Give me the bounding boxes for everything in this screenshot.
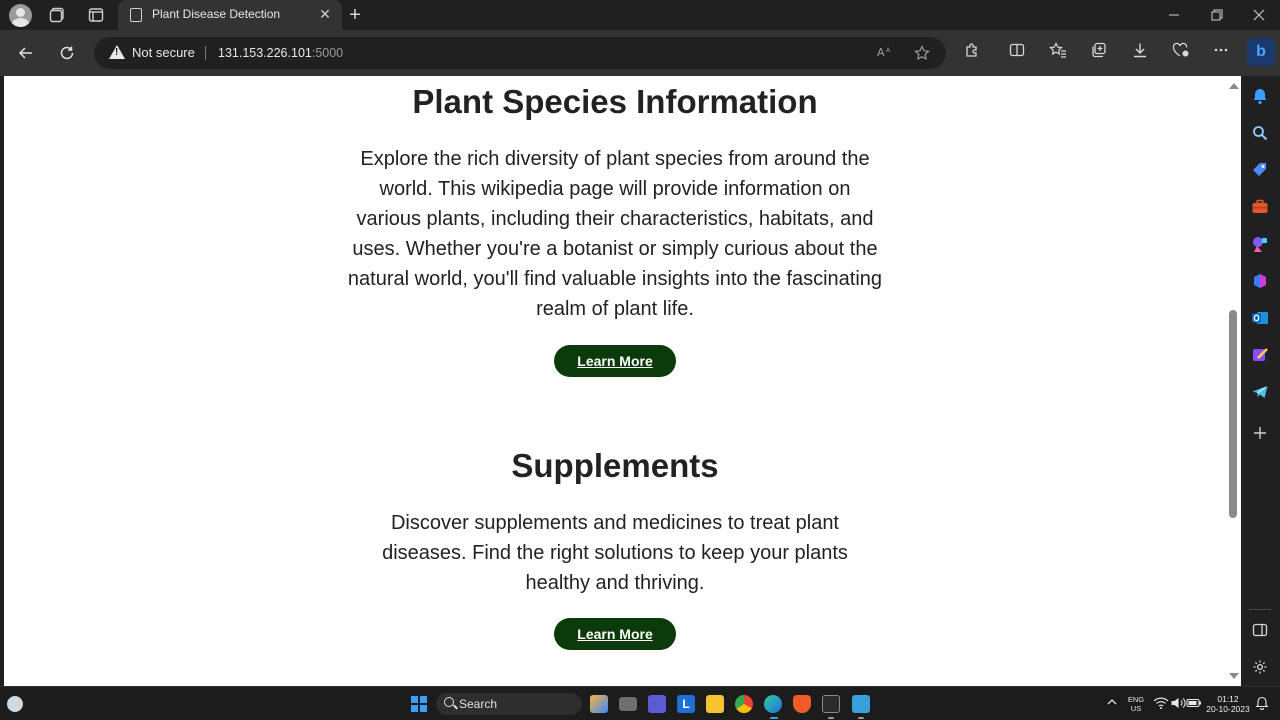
sidebar-divider [1249, 609, 1271, 610]
brave-icon[interactable] [793, 695, 811, 713]
favorite-star-icon[interactable] [913, 45, 931, 63]
notification-center-bell-icon[interactable] [1255, 696, 1273, 714]
widgets-weather-icon[interactable] [7, 696, 23, 712]
svg-text:A: A [886, 47, 891, 54]
tab-actions-icon[interactable] [85, 4, 107, 26]
downloads-icon[interactable] [1129, 42, 1151, 64]
teams-chat-icon[interactable] [648, 695, 666, 713]
wifi-icon[interactable] [1153, 696, 1171, 714]
section-description: Discover supplements and medicines to tr… [382, 512, 848, 594]
notepad-icon[interactable] [852, 695, 870, 713]
refresh-icon[interactable] [54, 41, 80, 65]
region-code: US [1130, 704, 1142, 713]
clock-date: 20-10-2023 [1206, 704, 1250, 714]
read-aloud-icon[interactable]: AA [876, 45, 894, 63]
back-icon[interactable] [13, 41, 39, 65]
address-divider [205, 46, 206, 60]
scroll-up-arrow-icon[interactable] [1229, 83, 1239, 89]
terminal-icon[interactable] [822, 695, 840, 713]
plant-species-section: Plant Species Information Explore the ri… [4, 82, 1226, 377]
sidebar-settings-gear-icon[interactable] [1249, 656, 1271, 678]
hide-sidebar-icon[interactable] [1249, 619, 1271, 641]
task-view-icon[interactable] [619, 697, 637, 711]
copilot-taskbar-icon[interactable] [590, 695, 608, 713]
restore-icon[interactable] [1196, 0, 1238, 30]
collections-icon[interactable] [1088, 42, 1110, 64]
profile-avatar-icon[interactable] [9, 4, 32, 27]
copilot-bing-icon[interactable]: b [1247, 38, 1275, 66]
notepad-active-indicator [858, 717, 864, 719]
browser-essentials-icon[interactable] [1170, 42, 1192, 64]
url-port: :5000 [311, 46, 344, 60]
tools-briefcase-icon[interactable] [1249, 196, 1271, 218]
edge-active-indicator [770, 717, 778, 719]
browser-title-bar: Plant Disease Detection ✕ + [0, 0, 1280, 30]
taskbar-search-label: Search [459, 697, 498, 711]
taskbar-search-icon [444, 697, 454, 707]
section-description: Explore the rich diversity of plant spec… [347, 148, 883, 320]
edge-sidebar [1241, 76, 1280, 686]
file-explorer-icon[interactable] [706, 695, 724, 713]
split-screen-icon[interactable] [1006, 42, 1028, 64]
security-status[interactable]: Not secure [132, 45, 195, 60]
language-indicator[interactable]: ENG US [1124, 695, 1148, 713]
supplements-section: Supplements Discover supplements and med… [4, 446, 1226, 650]
telegram-icon[interactable] [1249, 381, 1271, 403]
svg-text:A: A [877, 46, 885, 59]
more-options-icon[interactable] [1210, 42, 1232, 64]
scrollbar-thumb[interactable] [1229, 310, 1237, 518]
page-favicon-icon [130, 8, 142, 22]
shopping-tag-icon[interactable] [1249, 159, 1271, 181]
extensions-icon[interactable] [961, 42, 983, 64]
url-text[interactable]: 131.153.226.101:5000 [218, 46, 343, 60]
add-sidebar-app-icon[interactable] [1249, 422, 1271, 444]
workspaces-icon[interactable] [46, 4, 68, 26]
start-windows-icon[interactable] [411, 696, 427, 712]
minimize-icon[interactable] [1153, 0, 1195, 30]
close-window-icon[interactable] [1238, 0, 1280, 30]
sidebar-search-icon[interactable] [1249, 122, 1271, 144]
scroll-down-arrow-icon[interactable] [1229, 673, 1239, 679]
show-hidden-icons-chevron-icon[interactable] [1103, 696, 1121, 714]
learn-more-button[interactable]: Learn More [554, 618, 676, 650]
taskbar-search-box[interactable]: Search [436, 693, 582, 715]
outlook-icon[interactable] [1249, 307, 1271, 329]
tab-plant-disease-detection[interactable]: Plant Disease Detection ✕ [118, 0, 342, 30]
windows-taskbar: Search L ENG US 01:12 20-10-2023 [0, 686, 1280, 720]
battery-icon[interactable] [1186, 696, 1204, 714]
section-heading: Supplements [511, 447, 719, 484]
edge-icon[interactable] [764, 695, 782, 713]
tab-close-icon[interactable]: ✕ [316, 5, 334, 23]
terminal-active-indicator [828, 717, 834, 719]
address-bar[interactable]: Not secure 131.153.226.101:5000 AA [94, 37, 946, 69]
microsoft-365-icon[interactable] [1249, 270, 1271, 292]
section-heading: Plant Species Information [412, 83, 818, 120]
notifications-bell-icon[interactable] [1249, 85, 1271, 107]
language-code: ENG [1127, 695, 1145, 704]
system-clock[interactable]: 01:12 20-10-2023 [1203, 694, 1253, 714]
chrome-icon[interactable] [735, 695, 753, 713]
tab-title: Plant Disease Detection [152, 7, 281, 21]
designer-icon[interactable] [1249, 344, 1271, 366]
favorites-icon[interactable] [1047, 42, 1069, 64]
address-toolbar: Not secure 131.153.226.101:5000 AA b [0, 30, 1280, 76]
warning-icon[interactable] [109, 45, 125, 59]
url-host: 131.153.226.101 [218, 46, 312, 60]
games-icon[interactable] [1249, 233, 1271, 255]
lens-app-icon[interactable]: L [677, 695, 695, 713]
page-viewport: Plant Species Information Explore the ri… [4, 76, 1241, 686]
new-tab-icon[interactable]: + [344, 4, 366, 26]
learn-more-button[interactable]: Learn More [554, 345, 676, 377]
clock-time: 01:12 [1217, 694, 1239, 704]
